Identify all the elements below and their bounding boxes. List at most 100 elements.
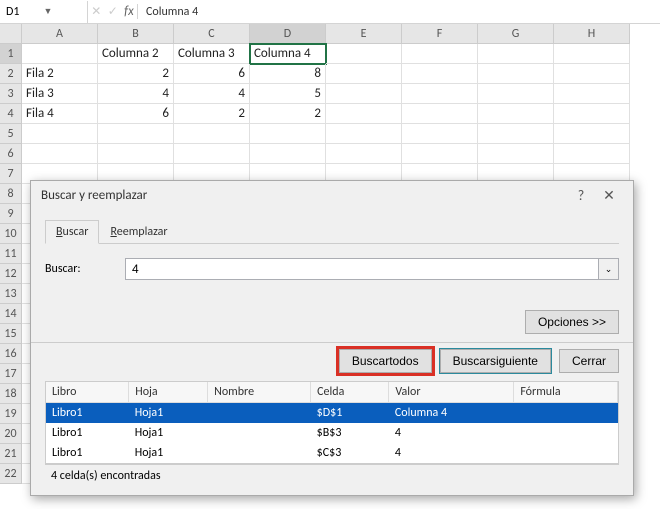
cell[interactable]: [326, 44, 402, 64]
cell[interactable]: [478, 44, 554, 64]
cell[interactable]: [402, 104, 478, 124]
cell[interactable]: 5: [250, 84, 326, 104]
dialog-close-button[interactable]: ✕: [595, 187, 623, 204]
cell[interactable]: 2: [98, 64, 174, 84]
row-header[interactable]: 17: [0, 364, 22, 384]
tab-replace[interactable]: Reemplazar: [99, 220, 178, 243]
cell[interactable]: [478, 144, 554, 164]
find-next-button[interactable]: Buscar siguiente: [440, 349, 551, 373]
column-header[interactable]: D: [250, 24, 326, 44]
cell[interactable]: [478, 84, 554, 104]
cell[interactable]: [22, 124, 98, 144]
cell[interactable]: Columna 4: [250, 44, 326, 64]
row-header[interactable]: 22: [0, 464, 22, 484]
cell[interactable]: [554, 124, 630, 144]
close-button[interactable]: Cerrar: [559, 349, 619, 373]
row-header[interactable]: 3: [0, 84, 22, 104]
row-header[interactable]: 2: [0, 64, 22, 84]
row-header[interactable]: 9: [0, 204, 22, 224]
row-header[interactable]: 18: [0, 384, 22, 404]
results-column-header[interactable]: Fórmula: [514, 382, 618, 403]
formula-bar[interactable]: Columna 4: [138, 5, 660, 19]
row-header[interactable]: 20: [0, 424, 22, 444]
results-column-header[interactable]: Nombre: [208, 382, 311, 403]
cell[interactable]: Fila 4: [22, 104, 98, 124]
row-header[interactable]: 10: [0, 224, 22, 244]
row-header[interactable]: 16: [0, 344, 22, 364]
cell[interactable]: [98, 124, 174, 144]
cell[interactable]: [22, 144, 98, 164]
results-column-header[interactable]: Valor: [389, 382, 514, 403]
row-header[interactable]: 15: [0, 324, 22, 344]
cell[interactable]: [402, 84, 478, 104]
cell[interactable]: [478, 124, 554, 144]
cell[interactable]: 4: [174, 84, 250, 104]
cell[interactable]: [22, 44, 98, 64]
cell[interactable]: 8: [250, 64, 326, 84]
cell[interactable]: [554, 44, 630, 64]
column-header[interactable]: E: [326, 24, 402, 44]
name-box[interactable]: D1 ▼: [0, 1, 88, 23]
cell[interactable]: [98, 144, 174, 164]
cell[interactable]: 4: [98, 84, 174, 104]
cell[interactable]: [326, 144, 402, 164]
cell[interactable]: Fila 2: [22, 64, 98, 84]
column-header[interactable]: H: [554, 24, 630, 44]
results-row[interactable]: Libro1Hoja1$B$34: [46, 423, 618, 443]
row-header[interactable]: 12: [0, 264, 22, 284]
results-row[interactable]: Libro1Hoja1$D$1Columna 4: [46, 403, 618, 424]
options-button[interactable]: Opciones >>: [525, 310, 619, 334]
row-header[interactable]: 13: [0, 284, 22, 304]
cell[interactable]: [478, 64, 554, 84]
cell[interactable]: [326, 124, 402, 144]
cell[interactable]: [326, 64, 402, 84]
tab-find[interactable]: Buscar: [45, 220, 99, 244]
cell[interactable]: 2: [174, 104, 250, 124]
find-all-button[interactable]: Buscar todos: [339, 349, 432, 373]
cell[interactable]: [250, 144, 326, 164]
column-header[interactable]: G: [478, 24, 554, 44]
row-header[interactable]: 6: [0, 144, 22, 164]
cell[interactable]: [554, 104, 630, 124]
cell[interactable]: [326, 104, 402, 124]
cell[interactable]: 2: [250, 104, 326, 124]
cell[interactable]: [402, 64, 478, 84]
row-header[interactable]: 1: [0, 44, 22, 64]
column-header[interactable]: B: [98, 24, 174, 44]
row-header[interactable]: 5: [0, 124, 22, 144]
cell[interactable]: [174, 144, 250, 164]
cell[interactable]: [402, 124, 478, 144]
column-header[interactable]: F: [402, 24, 478, 44]
dialog-titlebar[interactable]: Buscar y reemplazar ? ✕: [31, 181, 633, 210]
cell[interactable]: Columna 2: [98, 44, 174, 64]
cell[interactable]: [402, 44, 478, 64]
cell[interactable]: [250, 124, 326, 144]
cell[interactable]: 6: [98, 104, 174, 124]
results-column-header[interactable]: Hoja: [129, 382, 208, 403]
cell[interactable]: [554, 144, 630, 164]
row-header[interactable]: 11: [0, 244, 22, 264]
cell[interactable]: [554, 84, 630, 104]
search-history-dropdown[interactable]: ⌄: [599, 258, 619, 280]
row-header[interactable]: 21: [0, 444, 22, 464]
column-header[interactable]: A: [22, 24, 98, 44]
column-header[interactable]: C: [174, 24, 250, 44]
fx-icon[interactable]: fx: [124, 4, 134, 19]
cell[interactable]: Fila 3: [22, 84, 98, 104]
dialog-help-button[interactable]: ?: [567, 187, 595, 204]
row-header[interactable]: 4: [0, 104, 22, 124]
cell[interactable]: [402, 144, 478, 164]
select-all-corner[interactable]: [0, 24, 22, 44]
results-row[interactable]: Libro1Hoja1$C$34: [46, 443, 618, 463]
cell[interactable]: 6: [174, 64, 250, 84]
row-header[interactable]: 19: [0, 404, 22, 424]
cell[interactable]: [554, 64, 630, 84]
search-input[interactable]: [125, 258, 599, 280]
cell[interactable]: [326, 84, 402, 104]
cell[interactable]: [478, 104, 554, 124]
cell[interactable]: [174, 124, 250, 144]
row-header[interactable]: 14: [0, 304, 22, 324]
row-header[interactable]: 7: [0, 164, 22, 184]
cell[interactable]: Columna 3: [174, 44, 250, 64]
row-header[interactable]: 8: [0, 184, 22, 204]
